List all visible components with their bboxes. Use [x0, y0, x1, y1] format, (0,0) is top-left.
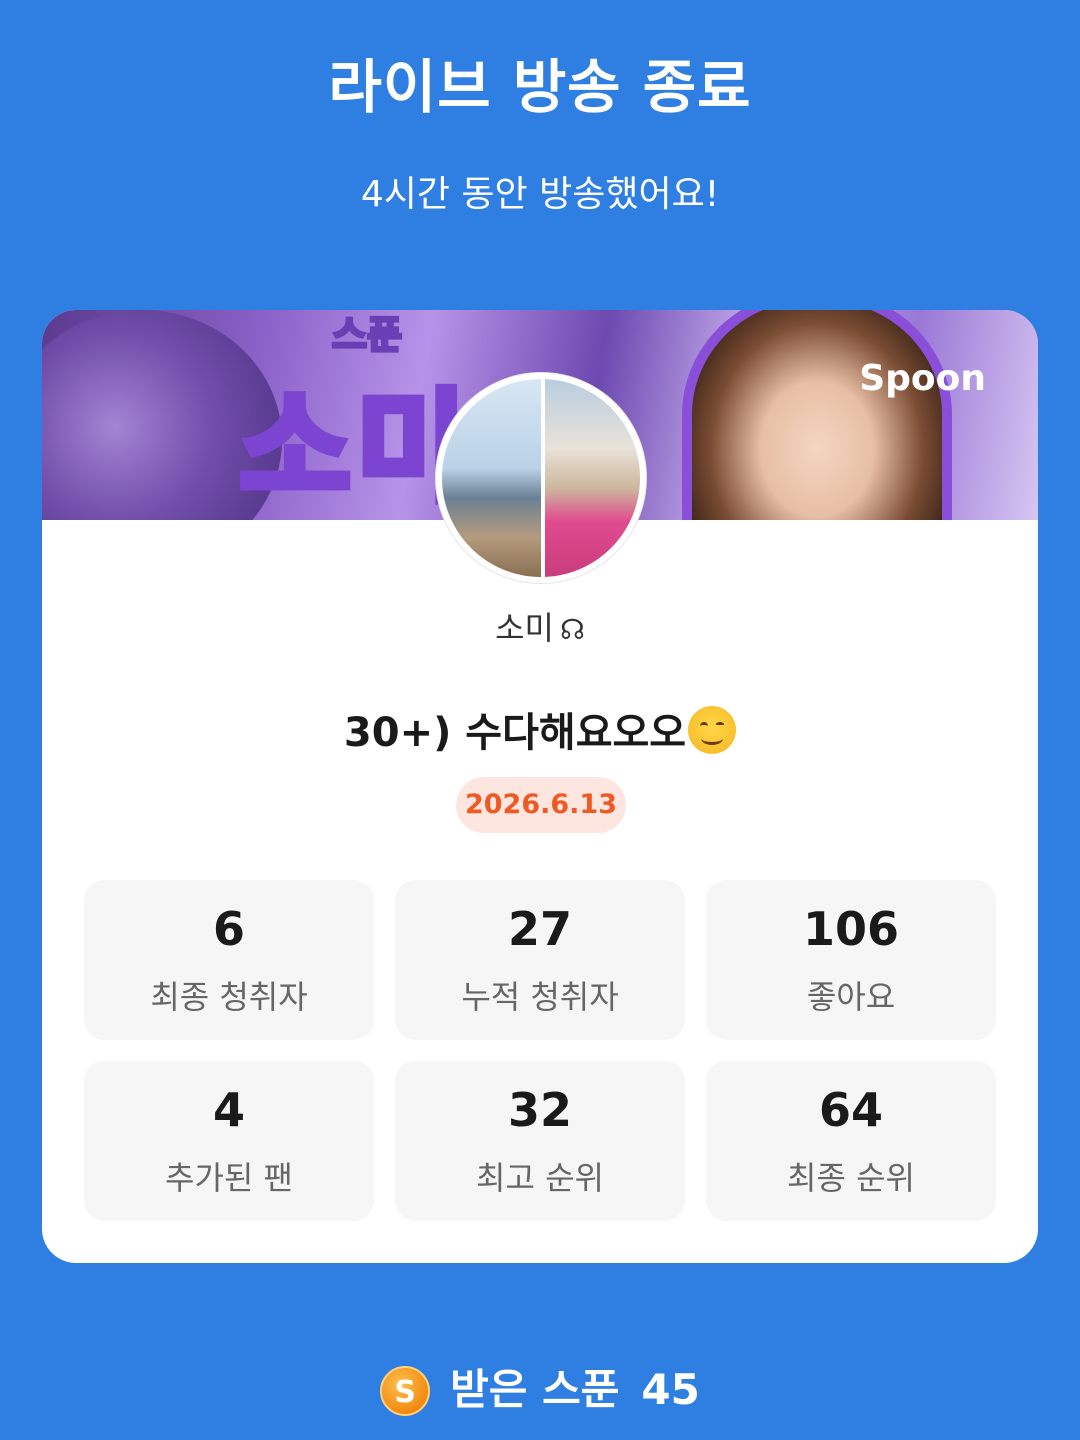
- received-spoons-count: 45: [641, 1365, 700, 1414]
- stat-label: 좋아요: [806, 978, 896, 1016]
- received-spoons-label: 받은 스푼: [450, 1365, 620, 1414]
- stat-value: 106: [802, 902, 900, 956]
- smiling-face-icon: [688, 706, 737, 754]
- stat-value: 32: [507, 1083, 572, 1137]
- page-title: 라이브 방송 종료: [328, 53, 752, 121]
- stat-value: 6: [212, 902, 245, 956]
- stat-label: 누적 청취자: [461, 978, 619, 1016]
- spoon-logo: Spoon: [859, 358, 986, 399]
- avatar[interactable]: [436, 373, 646, 583]
- live-title: 30+) 수다해요오오: [42, 700, 1038, 758]
- stat-label: 추가된 팬: [165, 1159, 293, 1197]
- broadcast-duration-text: 4시간 동안 방송했어요!: [360, 174, 720, 215]
- stat-final-rank: 64 최종 순위: [706, 1061, 996, 1221]
- stat-value: 4: [212, 1083, 245, 1137]
- stat-label: 최종 순위: [787, 1159, 915, 1197]
- nickname-text: 소미: [495, 609, 554, 647]
- broadcast-summary-card: 스푼 소미 Spoon 소미 ☊ 30+) 수다해요오오 2026.6.13 6 …: [42, 310, 1038, 1263]
- stat-total-listeners: 27 누적 청취자: [395, 880, 685, 1040]
- avatar-divider: [541, 379, 545, 577]
- stat-best-rank: 32 최고 순위: [395, 1061, 685, 1221]
- stat-label: 최종 청취자: [150, 978, 308, 1016]
- dj-nickname[interactable]: 소미 ☊: [42, 603, 1038, 649]
- live-title-text: 30+) 수다해요오오: [343, 710, 687, 756]
- stat-value: 27: [507, 902, 572, 956]
- stat-new-fans: 4 추가된 팬: [84, 1061, 374, 1221]
- stat-final-listeners: 6 최종 청취자: [84, 880, 374, 1040]
- spoon-coin-icon: S: [380, 1366, 431, 1416]
- stats-grid: 6 최종 청취자 27 누적 청취자 106 좋아요 4 추가된 팬 32 최고…: [84, 880, 996, 1221]
- stat-label: 최고 순위: [476, 1159, 604, 1197]
- stat-value: 64: [818, 1083, 883, 1137]
- banner-portrait-image: [682, 310, 952, 520]
- received-spoons: S 받은 스푼 45: [0, 1356, 1080, 1417]
- avatar-photo-building: [542, 379, 640, 577]
- avatar-photo-beach: [442, 379, 541, 577]
- date-badge: 2026.6.13: [456, 777, 626, 833]
- stat-likes: 106 좋아요: [706, 880, 996, 1040]
- headphone-icon: ☊: [560, 613, 585, 646]
